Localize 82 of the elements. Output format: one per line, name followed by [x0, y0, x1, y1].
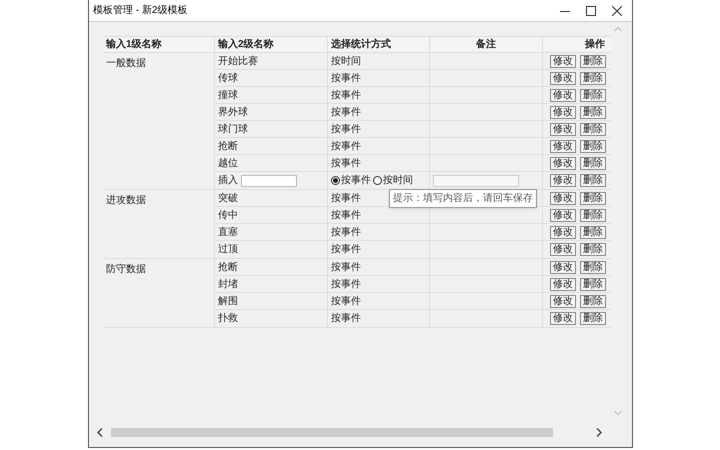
- group-name: 一般数据: [106, 58, 146, 69]
- column-header: 输入2级名称: [215, 37, 328, 52]
- table-cell-text: 直塞: [218, 226, 238, 240]
- input-field[interactable]: [241, 174, 297, 186]
- radio-option[interactable]: 按时间: [373, 173, 413, 188]
- action-button[interactable]: 删除: [580, 122, 606, 136]
- table-cell-text: 扑救: [218, 312, 238, 326]
- table-cell-text: 按事件: [331, 208, 361, 222]
- table-cell-text: 按事件: [331, 294, 361, 308]
- table-cell-text: 按事件: [331, 312, 361, 326]
- table-cell-text: 突破: [218, 192, 238, 206]
- action-button[interactable]: 删除: [580, 243, 606, 256]
- table-cell-text: 封堵: [218, 278, 238, 292]
- table-cell-text: 按时间: [331, 54, 361, 68]
- table-cell-text: 传中: [218, 208, 238, 222]
- action-button[interactable]: 修改: [550, 106, 576, 118]
- scrollbar-thumb[interactable]: [111, 428, 553, 436]
- remark-field[interactable]: [433, 174, 519, 186]
- column-header: 输入1级名称: [103, 37, 215, 52]
- table-cell-text: 按事件: [331, 156, 361, 170]
- action-button[interactable]: 删除: [580, 260, 606, 274]
- action-button[interactable]: 删除: [580, 88, 606, 102]
- table-cell-text: 抢断: [218, 140, 238, 154]
- table-cell-text: 按事件: [331, 106, 361, 120]
- scroll-left-icon[interactable]: [97, 428, 103, 436]
- action-button[interactable]: 删除: [580, 156, 606, 170]
- table-cell-text: 抢断: [218, 260, 238, 274]
- action-button[interactable]: 修改: [550, 260, 576, 274]
- table-cell-text: 过顶: [218, 242, 238, 257]
- action-button[interactable]: 修改: [550, 54, 576, 68]
- column-header: 操作: [543, 37, 611, 52]
- table-cell-text: 界外球: [218, 106, 248, 120]
- column-header: 选择统计方式: [328, 37, 430, 52]
- action-button[interactable]: 修改: [550, 243, 576, 256]
- table-cell-text: 按事件: [331, 140, 361, 154]
- table-cell-text: 按事件: [331, 72, 361, 86]
- action-button[interactable]: 修改: [550, 208, 576, 222]
- table-cell-text: 按事件: [331, 88, 361, 102]
- action-button[interactable]: 删除: [580, 208, 606, 222]
- action-button[interactable]: 修改: [550, 122, 576, 136]
- action-button[interactable]: 修改: [550, 294, 576, 308]
- action-button[interactable]: 删除: [580, 106, 606, 118]
- maximize-icon[interactable]: [586, 6, 596, 16]
- action-button[interactable]: 修改: [550, 226, 576, 238]
- action-button[interactable]: 修改: [550, 312, 576, 325]
- action-button[interactable]: 删除: [580, 72, 606, 84]
- table-cell-text: 按事件: [331, 278, 361, 292]
- group-name: 进攻数据: [106, 195, 146, 206]
- close-icon[interactable]: [612, 6, 622, 16]
- action-button[interactable]: 修改: [550, 278, 576, 290]
- field-label: 插入: [218, 174, 238, 188]
- table-cell-text: 按事件: [331, 192, 361, 206]
- table-cell-text: 撞球: [218, 88, 238, 102]
- action-button[interactable]: 删除: [580, 312, 606, 325]
- action-button[interactable]: 删除: [580, 192, 606, 204]
- table-cell-text: 按事件: [331, 226, 361, 240]
- group-name: 防守数据: [106, 264, 146, 275]
- action-button[interactable]: 修改: [550, 72, 576, 84]
- table-cell-text: 开始比赛: [218, 54, 258, 68]
- action-button[interactable]: 删除: [580, 278, 606, 290]
- table-cell-text: 球门球: [218, 122, 248, 136]
- action-button[interactable]: 修改: [550, 140, 576, 152]
- table-cell-text: 按事件: [331, 242, 361, 257]
- action-button[interactable]: 删除: [580, 140, 606, 152]
- action-button[interactable]: 删除: [580, 174, 606, 187]
- scroll-right-icon[interactable]: [596, 428, 602, 436]
- radio-option[interactable]: 按事件: [331, 173, 371, 188]
- action-button[interactable]: 修改: [550, 192, 576, 204]
- action-button[interactable]: 修改: [550, 174, 576, 187]
- table-cell-text: 传球: [218, 72, 238, 86]
- table-cell-text: 按事件: [331, 122, 361, 136]
- action-button[interactable]: 修改: [550, 156, 576, 170]
- action-button[interactable]: 修改: [550, 88, 576, 102]
- column-header: 备注: [430, 37, 543, 52]
- window-title: 模板管理 - 新2级模板: [93, 4, 188, 18]
- action-button[interactable]: 删除: [580, 54, 606, 68]
- tooltip: 提示：填写内容后，请回车保存: [389, 189, 537, 208]
- action-button[interactable]: 删除: [580, 294, 606, 308]
- table-cell-text: 按事件: [331, 260, 361, 274]
- table-cell-text: 解围: [218, 294, 238, 308]
- table-cell-text: 越位: [218, 156, 238, 170]
- action-button[interactable]: 删除: [580, 226, 606, 238]
